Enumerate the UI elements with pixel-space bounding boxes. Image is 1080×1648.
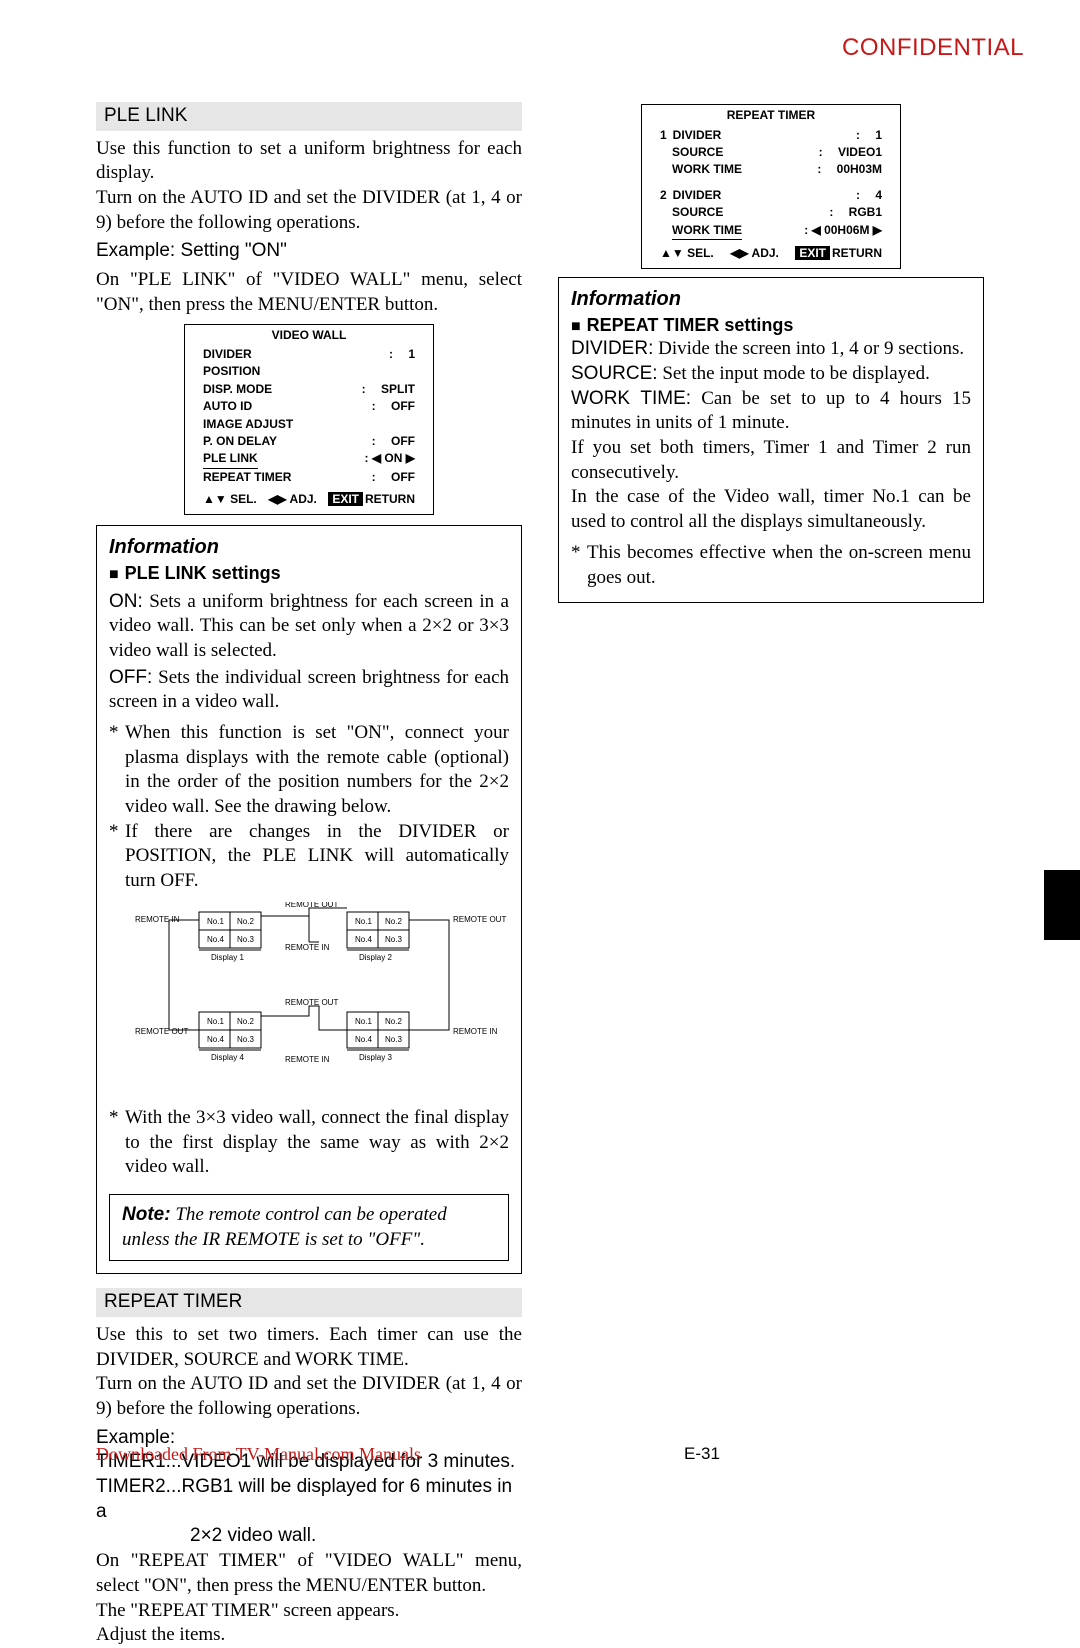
- asterisk-item: *If there are changes in the DIVIDER or …: [109, 820, 509, 894]
- ple-off-text: OFF: Sets the individual screen brightne…: [109, 666, 509, 715]
- osd-video-wall-body: DIVIDER: 1POSITIONDISP. MODE: SPLITAUTO …: [185, 346, 433, 514]
- osd-row: PLE LINK: ◀ ON ▶: [203, 450, 415, 468]
- osd-footer: ▲▼ SEL.◀▶ ADJ.EXITRETURN: [203, 486, 415, 508]
- osd-row: DIVIDER: 1: [203, 346, 415, 363]
- osd-repeat-body: 1 DIVIDER: 1 SOURCE: VIDEO1 WORK TIME: 0…: [642, 127, 900, 268]
- info-heading: Information: [109, 534, 509, 560]
- note-box: Note: The remote control can be operated…: [109, 1194, 509, 1261]
- ple-link-p3: On "PLE LINK" of "VIDEO WALL" menu, sele…: [96, 268, 522, 317]
- svg-text:REMOTE OUT: REMOTE OUT: [285, 998, 338, 1007]
- svg-text:No.3: No.3: [385, 1035, 402, 1044]
- svg-text:No.2: No.2: [385, 1017, 402, 1026]
- repeat-p3: On "REPEAT TIMER" of "VIDEO WALL" menu, …: [96, 1549, 522, 1598]
- osd-row: P. ON DELAY: OFF: [203, 433, 415, 450]
- svg-text:REMOTE OUT: REMOTE OUT: [453, 915, 506, 924]
- osd-repeat-timer: REPEAT TIMER 1 DIVIDER: 1 SOURCE: VIDEO1…: [641, 104, 901, 269]
- svg-text:No.1: No.1: [355, 917, 372, 926]
- svg-text:No.4: No.4: [207, 1035, 224, 1044]
- diag-no4: No.4: [207, 935, 224, 944]
- osd-row: DISP. MODE: SPLIT: [203, 381, 415, 398]
- svg-text:No.3: No.3: [385, 935, 402, 944]
- osd-video-wall: VIDEO WALL DIVIDER: 1POSITIONDISP. MODE:…: [184, 324, 434, 515]
- ple-link-p2: Turn on the AUTO ID and set the DIVIDER …: [96, 186, 522, 235]
- diag-no2: No.2: [237, 917, 254, 926]
- ple-asterisk-list: *When this function is set "ON", connect…: [109, 721, 509, 894]
- note-text: The remote control can be operated unles…: [122, 1204, 447, 1250]
- repeat-info-ast: *This becomes effective when the on-scre…: [571, 541, 971, 590]
- svg-text:No.3: No.3: [237, 1035, 254, 1044]
- svg-text:No.4: No.4: [355, 1035, 372, 1044]
- osd-row: WORK TIME: 00H03M: [660, 161, 882, 178]
- osd-row: POSITION: [203, 363, 415, 380]
- ple-link-example: Example: Setting "ON": [96, 239, 522, 264]
- diag-remote-in: REMOTE IN: [135, 915, 180, 924]
- repeat-p5: Adjust the items.: [96, 1623, 522, 1648]
- svg-text:No.2: No.2: [237, 1017, 254, 1026]
- section-title-repeat-timer: REPEAT TIMER: [96, 1288, 522, 1317]
- right-column: REPEAT TIMER 1 DIVIDER: 1 SOURCE: VIDEO1…: [558, 98, 984, 1648]
- osd-row: 2 DIVIDER: 4: [660, 187, 882, 204]
- svg-text:REMOTE IN: REMOTE IN: [453, 1027, 498, 1036]
- svg-text:No.4: No.4: [355, 935, 372, 944]
- diag-no1: No.1: [207, 917, 224, 926]
- info-box-ple-link: Information ■PLE LINK settings ON: Sets …: [96, 525, 522, 1274]
- repeat-timer2-line-b: 2×2 video wall.: [96, 1524, 522, 1549]
- osd-row: 1 DIVIDER: 1: [660, 127, 882, 144]
- ple-link-diagram: No.1 No.2 No.4 No.3 Display 1 No.1 No.2 …: [109, 902, 509, 1102]
- page-edge-tab: [1044, 870, 1080, 940]
- ple-ast-3x3: *With the 3×3 video wall, connect the fi…: [109, 1106, 509, 1180]
- info-heading-repeat: Information: [571, 286, 971, 312]
- repeat-info-p1: If you set both timers, Timer 1 and Time…: [571, 436, 971, 485]
- svg-text:No.1: No.1: [355, 1017, 372, 1026]
- diag-d2: Display 2: [359, 953, 392, 962]
- osd-row: WORK TIME: ◀ 00H06M ▶: [660, 222, 882, 240]
- repeat-source-line: SOURCE: Set the input mode to be display…: [571, 362, 971, 387]
- svg-text:No.1: No.1: [207, 1017, 224, 1026]
- osd-row: REPEAT TIMER: OFF: [203, 469, 415, 486]
- diag-d4: Display 4: [211, 1053, 244, 1062]
- svg-text:No.2: No.2: [385, 917, 402, 926]
- svg-text:REMOTE IN: REMOTE IN: [285, 1055, 330, 1064]
- diag-d3: Display 3: [359, 1053, 392, 1062]
- info-sub-ple-link: ■PLE LINK settings: [109, 562, 509, 586]
- svg-text:REMOTE IN: REMOTE IN: [285, 943, 330, 952]
- repeat-info-p2: In the case of the Video wall, timer No.…: [571, 485, 971, 534]
- osd-repeat-title: REPEAT TIMER: [642, 105, 900, 127]
- diag-no3: No.3: [237, 935, 254, 944]
- note-label: Note:: [122, 1204, 171, 1225]
- info-sub-repeat: ■REPEAT TIMER settings: [571, 314, 971, 338]
- asterisk-item: *When this function is set "ON", connect…: [109, 721, 509, 820]
- diag-d1: Display 1: [211, 953, 244, 962]
- osd-video-wall-title: VIDEO WALL: [185, 325, 433, 347]
- osd-row: AUTO ID: OFF: [203, 398, 415, 415]
- repeat-p2: Turn on the AUTO ID and set the DIVIDER …: [96, 1372, 522, 1421]
- left-column: PLE LINK Use this function to set a unif…: [96, 98, 522, 1648]
- repeat-worktime-line: WORK TIME: Can be set to up to 4 hours 1…: [571, 387, 971, 436]
- diag-remote-out: REMOTE OUT: [135, 1027, 188, 1036]
- osd-row: SOURCE: VIDEO1: [660, 144, 882, 161]
- ple-on-text: ON: Sets a uniform brightness for each s…: [109, 590, 509, 664]
- download-footer: Downloaded From TV-Manual.com Manuals: [96, 1443, 421, 1466]
- repeat-p4: The "REPEAT TIMER" screen appears.: [96, 1599, 522, 1624]
- info-box-repeat: Information ■REPEAT TIMER settings DIVID…: [558, 277, 984, 604]
- watermark-confidential: CONFIDENTIAL: [842, 32, 1024, 63]
- osd-footer: ▲▼ SEL.◀▶ ADJ.EXITRETURN: [660, 240, 882, 262]
- svg-text:REMOTE OUT: REMOTE OUT: [285, 902, 338, 909]
- repeat-divider-line: DIVIDER: Divide the screen into 1, 4 or …: [571, 337, 971, 362]
- osd-row: IMAGE ADJUST: [203, 416, 415, 433]
- section-title-ple-link: PLE LINK: [96, 102, 522, 131]
- repeat-p1: Use this to set two timers. Each timer c…: [96, 1323, 522, 1372]
- page-number: E-31: [684, 1443, 720, 1466]
- osd-row: SOURCE: RGB1: [660, 204, 882, 221]
- repeat-timer2-line-a: TIMER2...RGB1 will be displayed for 6 mi…: [96, 1475, 522, 1524]
- ple-link-p1: Use this function to set a uniform brigh…: [96, 137, 522, 186]
